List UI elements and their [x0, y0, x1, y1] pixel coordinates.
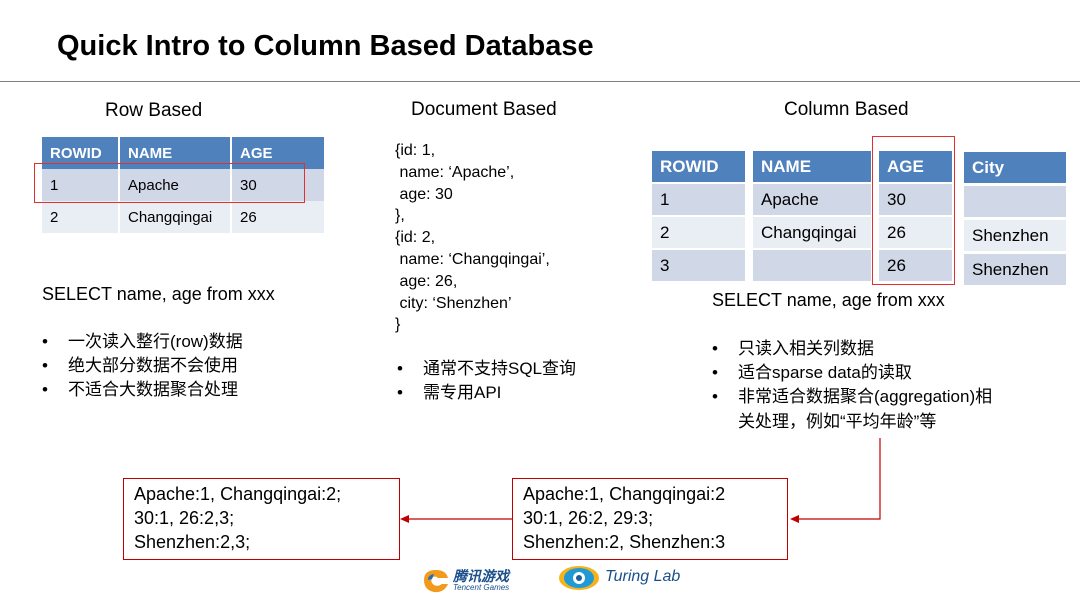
tencent-games-en: Tencent Games [453, 583, 510, 592]
turing-lab-eye-icon [559, 566, 599, 590]
turing-lab-text: Turing Lab [605, 568, 681, 585]
turing-lab-logo: Turing Lab [557, 561, 687, 597]
arrow-head-left-box [400, 515, 409, 523]
arrow-head-right-box [790, 515, 799, 523]
arrow-line-to-right-box [798, 438, 881, 520]
tencent-games-icon [424, 570, 448, 593]
tencent-games-logo: 腾讯游戏 Tencent Games [420, 565, 555, 595]
connector-arrows [400, 438, 881, 523]
